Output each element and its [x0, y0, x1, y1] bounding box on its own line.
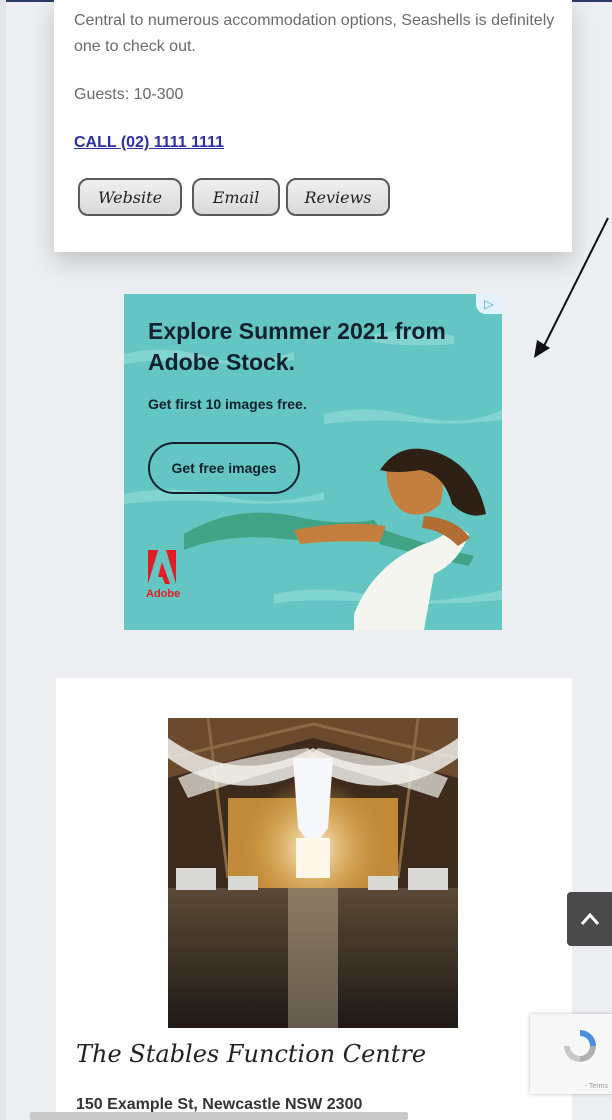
ad-choices-icon[interactable]: ▷: [476, 294, 502, 314]
adobe-logo-icon: [148, 550, 176, 584]
venue-title[interactable]: The Stables Function Centre: [76, 1040, 426, 1068]
reviews-button[interactable]: Reviews: [286, 178, 390, 216]
horizontal-scrollbar[interactable]: [30, 1112, 408, 1120]
adobe-stock-ad[interactable]: Explore Summer 2021 from Adobe Stock. Ge…: [124, 294, 502, 630]
recaptcha-badge[interactable]: - Terms: [530, 1014, 612, 1094]
recaptcha-terms[interactable]: - Terms: [585, 1083, 608, 1090]
venue-photo: [168, 718, 458, 1028]
listing-card-stables: The Stables Function Centre 150 Example …: [56, 678, 572, 1120]
get-free-images-button[interactable]: Get free images: [148, 442, 300, 494]
call-link[interactable]: CALL (02) 1111 1111: [74, 134, 224, 152]
ad-subtext: Get first 10 images free.: [148, 396, 307, 412]
listing-card-seashells: Central to numerous accommodation option…: [54, 0, 572, 252]
ad-headline: Explore Summer 2021 from Adobe Stock.: [148, 318, 446, 375]
listing-guests: Guests: 10-300: [74, 86, 184, 103]
annotation-arrow: [534, 217, 609, 358]
listing-description: Central to numerous accommodation option…: [74, 12, 555, 55]
recaptcha-icon: [564, 1030, 596, 1062]
email-button[interactable]: Email: [192, 178, 280, 216]
adobe-logo-text: Adobe: [146, 588, 181, 600]
website-button[interactable]: Website: [78, 178, 182, 216]
left-edge: [0, 0, 6, 1120]
scroll-to-top-button[interactable]: [567, 892, 612, 946]
chevron-up-icon: [580, 912, 599, 925]
